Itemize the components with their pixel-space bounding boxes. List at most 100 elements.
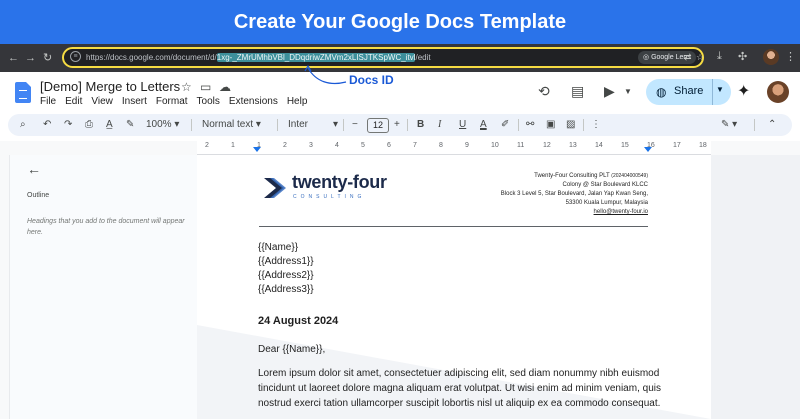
ruler-number: 10 — [491, 142, 499, 149]
docs-logo-icon[interactable] — [15, 82, 31, 103]
ruler-number: 1 — [231, 142, 235, 149]
letter-date: 24 August 2024 — [258, 315, 339, 327]
move-folder-icon[interactable]: ▭ — [200, 80, 211, 94]
redo-icon[interactable]: ↷ — [64, 119, 72, 131]
address-bar[interactable]: ≡ https://docs.google.com/document/d/1xg… — [62, 47, 704, 68]
share-label: Share — [674, 85, 704, 97]
merge-field-address2: {{Address2}} — [258, 270, 314, 281]
link-icon[interactable]: ⚯ — [526, 119, 534, 131]
brand-subtitle: CONSULTING — [293, 194, 366, 200]
toolbar-divider — [407, 119, 408, 131]
menu-format[interactable]: Format — [156, 96, 188, 107]
ruler-number: 17 — [673, 142, 681, 149]
toolbar-divider — [191, 119, 192, 131]
toolbar-divider — [583, 119, 584, 131]
ruler-number: 4 — [335, 142, 339, 149]
style-caret-icon: ▾ — [255, 119, 261, 130]
font-size-input[interactable]: 12 — [367, 118, 389, 133]
banner-title: Create Your Google Docs Template — [0, 0, 800, 44]
collapse-menu-icon[interactable]: ⌃ — [768, 119, 776, 131]
menu-view[interactable]: View — [91, 96, 113, 107]
translate-icon[interactable]: ⇄ — [684, 51, 692, 64]
ruler-number: 14 — [595, 142, 603, 149]
meet-icon[interactable]: ▶ — [604, 83, 615, 100]
comments-icon[interactable]: ▤ — [571, 83, 584, 100]
address-line-3: 53300 Kuala Lumpur, Malaysia — [565, 200, 648, 206]
undo-icon[interactable]: ↶ — [43, 119, 51, 131]
more-icon[interactable]: ⋮ — [591, 119, 601, 131]
toolbar-divider — [754, 119, 755, 131]
editing-mode-icon[interactable]: ✎ ▾ — [721, 119, 737, 131]
search-icon[interactable]: ⌕ — [20, 119, 26, 131]
share-caret-icon[interactable]: ▼ — [716, 85, 724, 94]
comment-icon[interactable]: ▣ — [546, 119, 555, 131]
salutation: Dear {{Name}}, — [258, 344, 326, 355]
back-icon[interactable]: ← — [8, 51, 19, 65]
share-button[interactable]: ◍ Share ▼ — [646, 79, 731, 105]
increase-font-button[interactable]: + — [394, 119, 400, 131]
profile-icon[interactable] — [763, 49, 779, 65]
toolbar-divider — [518, 119, 519, 131]
font-caret-icon: ▾ — [333, 119, 339, 130]
url-suffix: /edit — [415, 53, 431, 62]
menu-dots-icon[interactable]: ⋮ — [785, 50, 796, 63]
brand-name: twenty-four — [292, 172, 387, 192]
merge-field-address3: {{Address3}} — [258, 284, 314, 295]
downloads-icon[interactable]: ⤓ — [717, 50, 722, 63]
ruler-number: 9 — [465, 142, 469, 149]
screenshot-frame: ← → ↻ ≡ https://docs.google.com/document… — [0, 44, 800, 419]
ruler-number: 11 — [517, 142, 525, 149]
meet-caret-icon[interactable]: ▼ — [624, 87, 632, 96]
underline-button[interactable]: U — [459, 119, 466, 131]
document-title[interactable]: [Demo] Merge to Letters — [40, 79, 180, 94]
url-text[interactable]: https://docs.google.com/document/d/1xg-_… — [86, 51, 431, 64]
text-color-button[interactable]: A — [480, 119, 487, 131]
forward-icon[interactable]: → — [25, 51, 36, 65]
gemini-icon[interactable]: ✦ — [737, 81, 750, 101]
paint-format-icon[interactable]: ✎ — [126, 119, 134, 131]
brand-logo-icon — [264, 178, 286, 198]
url-prefix: https://docs.google.com/document/d/ — [86, 53, 217, 62]
toolbar-divider — [343, 119, 344, 131]
bold-button[interactable]: B — [417, 119, 424, 131]
ruler-number: 6 — [387, 142, 391, 149]
menu-file[interactable]: File — [40, 96, 56, 107]
bookmark-star-icon[interactable]: ☆ — [696, 51, 704, 64]
zoom-select[interactable]: 100% ▾ — [146, 119, 179, 131]
menu-bar: File Edit View Insert Format Tools Exten… — [40, 96, 307, 107]
avatar[interactable] — [767, 81, 789, 103]
ruler-number: 2 — [205, 142, 209, 149]
back-arrow-icon[interactable]: ← — [27, 161, 41, 177]
image-icon[interactable]: ▨ — [566, 119, 575, 131]
highlight-icon[interactable]: ✐ — [501, 119, 509, 131]
menu-insert[interactable]: Insert — [122, 96, 147, 107]
right-indent-marker[interactable] — [644, 147, 652, 152]
ruler-number: 7 — [413, 142, 417, 149]
menu-extensions[interactable]: Extensions — [229, 96, 278, 107]
ruler-number: 8 — [439, 142, 443, 149]
menu-tools[interactable]: Tools — [197, 96, 220, 107]
decrease-font-button[interactable]: − — [352, 119, 358, 131]
star-icon[interactable]: ☆ — [181, 80, 192, 94]
history-icon[interactable]: ⟲ — [538, 83, 550, 100]
font-family-select[interactable]: Inter ▾ — [288, 119, 338, 131]
site-info-icon[interactable]: ≡ — [70, 51, 81, 62]
menu-help[interactable]: Help — [287, 96, 308, 107]
print-icon[interactable]: ⎙ — [85, 119, 93, 131]
extension-icon[interactable]: ✣ — [738, 50, 747, 63]
left-indent-marker[interactable] — [253, 147, 261, 152]
reload-icon[interactable]: ↻ — [43, 51, 52, 65]
vertical-ruler[interactable] — [0, 155, 10, 419]
cloud-status-icon[interactable]: ☁ — [219, 80, 231, 94]
paragraph-style-select[interactable]: Normal text ▾ — [202, 119, 261, 131]
horizontal-ruler[interactable]: 2 1 1 2 3 4 5 6 7 8 9 10 11 12 13 14 15 16 17 18 — [197, 141, 711, 155]
share-divider — [712, 79, 713, 105]
company-email-link[interactable]: hello@twenty-four.io — [594, 208, 648, 216]
menu-edit[interactable]: Edit — [65, 96, 82, 107]
ruler-number: 12 — [543, 142, 551, 149]
italic-button[interactable]: I — [438, 119, 441, 131]
spellcheck-icon[interactable]: A̲ — [106, 119, 113, 131]
ruler-number: 15 — [621, 142, 629, 149]
browser-toolbar: ← → ↻ ≡ https://docs.google.com/document… — [0, 44, 800, 72]
google-lens-icon: ◎ — [643, 54, 652, 61]
